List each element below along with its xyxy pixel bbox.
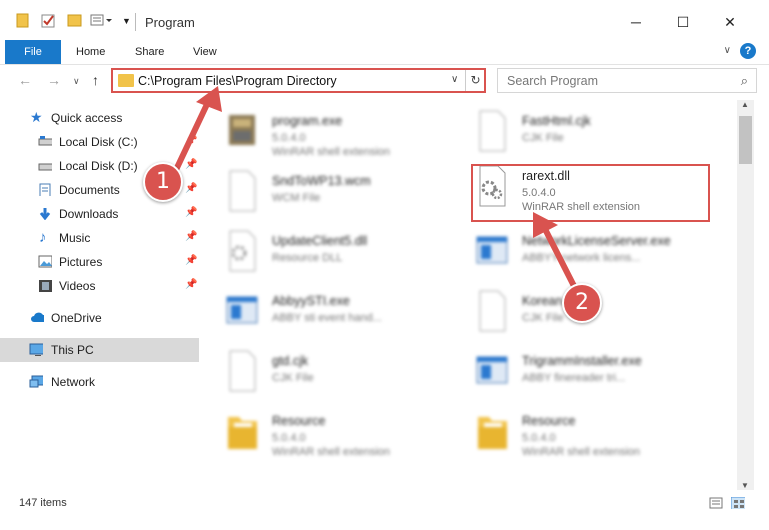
step-2-badge: 2 [562,283,602,323]
arrow-2 [541,224,580,295]
annotation-arrows [172,86,580,295]
arrow-1 [172,97,212,175]
step-1-badge: 1 [143,162,183,202]
arrow-1-head [196,86,222,112]
